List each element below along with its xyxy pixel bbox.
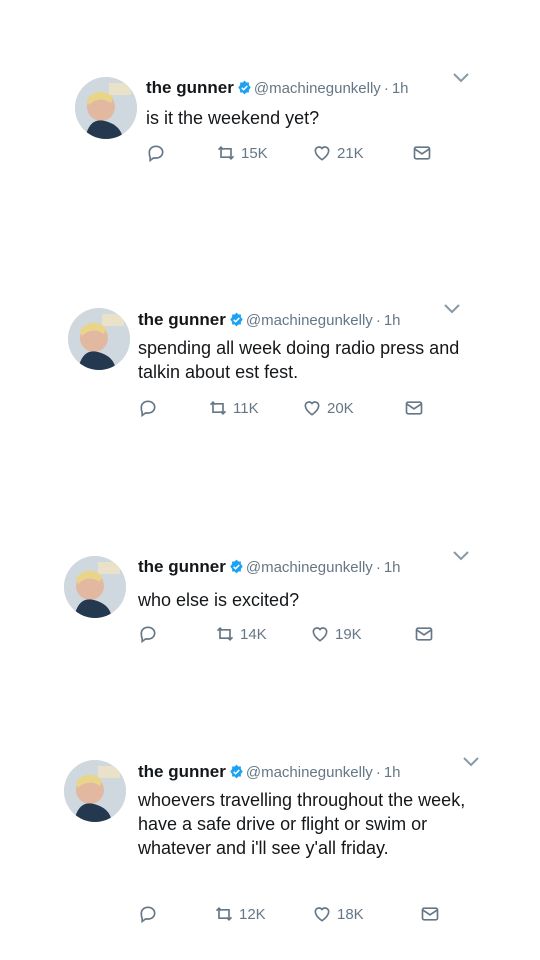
- like-icon: [304, 401, 320, 416]
- handle[interactable]: @machinegunkelly: [254, 80, 381, 97]
- retweet-count: 12K: [239, 905, 266, 923]
- message-button[interactable]: [404, 397, 429, 419]
- separator: ·: [375, 559, 381, 576]
- retweet-count: 11K: [233, 399, 259, 417]
- retweet-button[interactable]: 12K: [214, 903, 266, 925]
- like-count: 21K: [337, 144, 364, 162]
- avatar[interactable]: [64, 760, 126, 822]
- retweet-icon: [217, 145, 235, 161]
- retweet-button[interactable]: 14K: [215, 623, 267, 645]
- verified-badge-icon: [238, 80, 251, 95]
- display-name[interactable]: the gunner: [138, 557, 226, 576]
- reply-icon: [148, 145, 164, 163]
- tweet: the gunner @machinegunkelly · 1h spending a…: [0, 240, 540, 480]
- avatar[interactable]: [64, 556, 126, 618]
- tweet: the gunner @machinegunkelly · 1h whoevers t…: [0, 720, 540, 960]
- display-name[interactable]: the gunner: [138, 310, 226, 329]
- reply-button[interactable]: [138, 623, 163, 645]
- tweet-text: spending all week doing radio press and …: [138, 338, 460, 382]
- verified-badge-icon: [230, 312, 243, 327]
- tweet-actions: 11K 20K: [138, 397, 438, 419]
- retweet-count: 14K: [240, 625, 267, 643]
- like-button[interactable]: 20K: [302, 397, 354, 419]
- like-button[interactable]: 18K: [312, 903, 364, 925]
- tweet-header: the gunner @machinegunkelly · 1h: [146, 78, 409, 99]
- reply-icon: [140, 626, 156, 644]
- message-icon: [421, 907, 439, 921]
- chevron-down-icon[interactable]: [452, 72, 470, 84]
- reply-icon: [140, 906, 156, 924]
- message-button[interactable]: [420, 903, 445, 925]
- retweet-button[interactable]: 15K: [216, 142, 268, 164]
- timestamp[interactable]: 1h: [384, 559, 401, 576]
- chevron-down-icon[interactable]: [462, 756, 480, 768]
- separator: ·: [375, 764, 381, 781]
- avatar[interactable]: [68, 308, 130, 370]
- reply-button[interactable]: [138, 903, 163, 925]
- message-button[interactable]: [412, 142, 437, 164]
- retweet-icon: [215, 906, 233, 922]
- tweet-text: whoevers travelling throughout the week,…: [138, 790, 466, 858]
- tweet-actions: 12K 18K: [138, 903, 439, 925]
- handle[interactable]: @machinegunkelly: [246, 559, 373, 576]
- tweet: the gunner @machinegunkelly · 1h is it the …: [0, 0, 540, 240]
- tweet-actions: 15K 21K: [146, 142, 446, 164]
- reply-button[interactable]: [146, 142, 171, 164]
- tweet-actions: 14K 19K: [138, 623, 438, 645]
- reply-button[interactable]: [138, 397, 163, 419]
- tweet-header: the gunner @machinegunkelly · 1h: [138, 762, 401, 783]
- message-icon: [415, 627, 433, 641]
- like-button[interactable]: 19K: [310, 623, 362, 645]
- separator: ·: [383, 80, 389, 97]
- tweet-header: the gunner @machinegunkelly · 1h: [138, 557, 401, 578]
- retweet-icon: [209, 400, 227, 416]
- retweet-count: 15K: [241, 144, 268, 162]
- display-name[interactable]: the gunner: [138, 762, 226, 781]
- like-count: 19K: [335, 625, 362, 643]
- chevron-down-icon[interactable]: [443, 303, 461, 315]
- message-icon: [413, 146, 431, 160]
- tweet: the gunner @machinegunkelly · 1h who else i…: [0, 480, 540, 720]
- tweet-text: is it the weekend yet?: [146, 108, 320, 128]
- message-button[interactable]: [414, 623, 439, 645]
- like-count: 20K: [327, 399, 354, 417]
- timestamp[interactable]: 1h: [384, 764, 401, 781]
- handle[interactable]: @machinegunkelly: [246, 764, 373, 781]
- tweet-text: who else is excited?: [138, 590, 300, 610]
- display-name[interactable]: the gunner: [146, 78, 234, 97]
- like-icon: [312, 627, 328, 642]
- retweet-icon: [216, 626, 234, 642]
- verified-badge-icon: [230, 559, 243, 574]
- timestamp[interactable]: 1h: [392, 80, 409, 97]
- chevron-down-icon[interactable]: [452, 550, 470, 562]
- verified-badge-icon: [230, 764, 243, 779]
- message-icon: [405, 401, 423, 415]
- like-icon: [314, 907, 330, 922]
- tweet-header: the gunner @machinegunkelly · 1h: [138, 310, 401, 331]
- timestamp[interactable]: 1h: [384, 312, 401, 329]
- handle[interactable]: @machinegunkelly: [246, 312, 373, 329]
- separator: ·: [375, 312, 381, 329]
- like-count: 18K: [337, 905, 364, 923]
- like-button[interactable]: 21K: [312, 142, 364, 164]
- retweet-button[interactable]: 11K: [208, 397, 259, 419]
- like-icon: [314, 146, 330, 161]
- reply-icon: [140, 400, 156, 418]
- avatar[interactable]: [75, 77, 137, 139]
